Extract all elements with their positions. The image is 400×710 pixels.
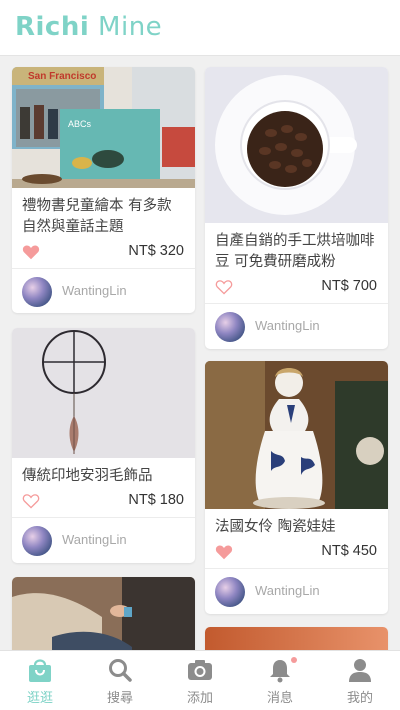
app-logo: Richi Mine: [15, 12, 163, 42]
tab-search[interactable]: 搜尋: [80, 651, 160, 710]
product-price: NT$ 450: [321, 543, 377, 559]
product-card[interactable]: 自產自銷的手工烘培咖啡豆 可免費研磨成粉 NT$ 700 WantingLin: [205, 67, 388, 349]
seller-name[interactable]: WantingLin: [62, 283, 127, 298]
seller-row[interactable]: WantingLin: [12, 517, 195, 561]
seller-row[interactable]: WantingLin: [205, 303, 388, 347]
orange-photo[interactable]: [205, 627, 388, 650]
heart-filled-icon[interactable]: [215, 544, 233, 560]
avatar[interactable]: [22, 277, 52, 307]
product-title: 傳統印地安羽毛飾品: [22, 468, 153, 484]
tab-profile[interactable]: 我的: [320, 651, 400, 710]
avatar[interactable]: [22, 526, 52, 556]
porcelain-doll-photo[interactable]: [205, 361, 388, 509]
coffee-beans-photo-graphic: [205, 67, 388, 223]
dreamcatcher-photo-graphic: [12, 328, 195, 458]
porcelain-doll-photo-graphic: [205, 361, 388, 509]
person-icon: [349, 659, 371, 682]
price-row: NT$ 180: [12, 487, 195, 517]
tab-label: 搜尋: [106, 691, 133, 706]
seller-row[interactable]: WantingLin: [12, 268, 195, 312]
product-price: NT$ 180: [128, 492, 184, 508]
product-title: 自產自銷的手工烘培咖啡豆 可免費研磨成粉: [215, 233, 375, 270]
product-price: NT$ 320: [128, 243, 184, 259]
notification-badge: [291, 657, 297, 663]
heart-outline-icon[interactable]: [22, 493, 40, 509]
product-title: 禮物書兒童繪本 有多款自然與童話主題: [22, 198, 172, 235]
product-card[interactable]: [205, 627, 388, 650]
knitting-photo-graphic: [12, 577, 195, 650]
seller-name[interactable]: WantingLin: [62, 532, 127, 547]
tab-label: 逛逛: [26, 691, 53, 706]
svg-text:ABCs: ABCs: [68, 119, 92, 129]
seller-row[interactable]: WantingLin: [205, 568, 388, 612]
product-card[interactable]: 傳統印地安羽毛飾品 NT$ 180 WantingLin: [12, 328, 195, 563]
books-photo-graphic: San Francisco ABCs: [12, 67, 195, 188]
books-photo[interactable]: San Francisco ABCs: [12, 67, 195, 188]
bottom-tab-bar: 逛逛 搜尋 添加 消息 我的: [0, 650, 400, 710]
seller-name[interactable]: WantingLin: [255, 318, 320, 333]
heart-filled-icon[interactable]: [22, 244, 40, 260]
heart-outline-icon[interactable]: [215, 279, 233, 295]
price-row: NT$ 320: [12, 238, 195, 268]
tab-add[interactable]: 添加: [160, 651, 240, 710]
avatar[interactable]: [215, 312, 245, 342]
camera-icon: [188, 660, 212, 680]
svg-text:San Francisco: San Francisco: [28, 71, 96, 82]
tab-label: 添加: [186, 691, 213, 706]
orange-photo-graphic: [205, 627, 388, 650]
shopping-bag-icon: [29, 659, 51, 682]
price-row: NT$ 700: [205, 273, 388, 303]
coffee-beans-photo[interactable]: [205, 67, 388, 223]
avatar[interactable]: [215, 577, 245, 607]
tab-browse[interactable]: 逛逛: [0, 651, 80, 710]
tab-label: 我的: [346, 691, 373, 706]
tab-label: 消息: [266, 691, 293, 706]
seller-name[interactable]: WantingLin: [255, 583, 320, 598]
tab-messages[interactable]: 消息: [240, 651, 320, 710]
knitting-photo[interactable]: [12, 577, 195, 650]
product-card[interactable]: [12, 577, 195, 650]
product-card[interactable]: 法國女伶 陶瓷娃娃 NT$ 450 WantingLin: [205, 361, 388, 614]
product-feed[interactable]: San Francisco ABCs 禮物書兒童繪本 有多款自然與童話主題 NT…: [0, 57, 400, 650]
search-icon: [109, 659, 132, 682]
app-header: Richi Mine: [0, 0, 400, 56]
product-card[interactable]: San Francisco ABCs 禮物書兒童繪本 有多款自然與童話主題 NT…: [12, 67, 195, 313]
product-title: 法國女伶 陶瓷娃娃: [215, 519, 336, 535]
bell-icon: [270, 660, 290, 683]
dreamcatcher-photo[interactable]: [12, 328, 195, 458]
price-row: NT$ 450: [205, 538, 388, 568]
product-price: NT$ 700: [321, 278, 377, 294]
